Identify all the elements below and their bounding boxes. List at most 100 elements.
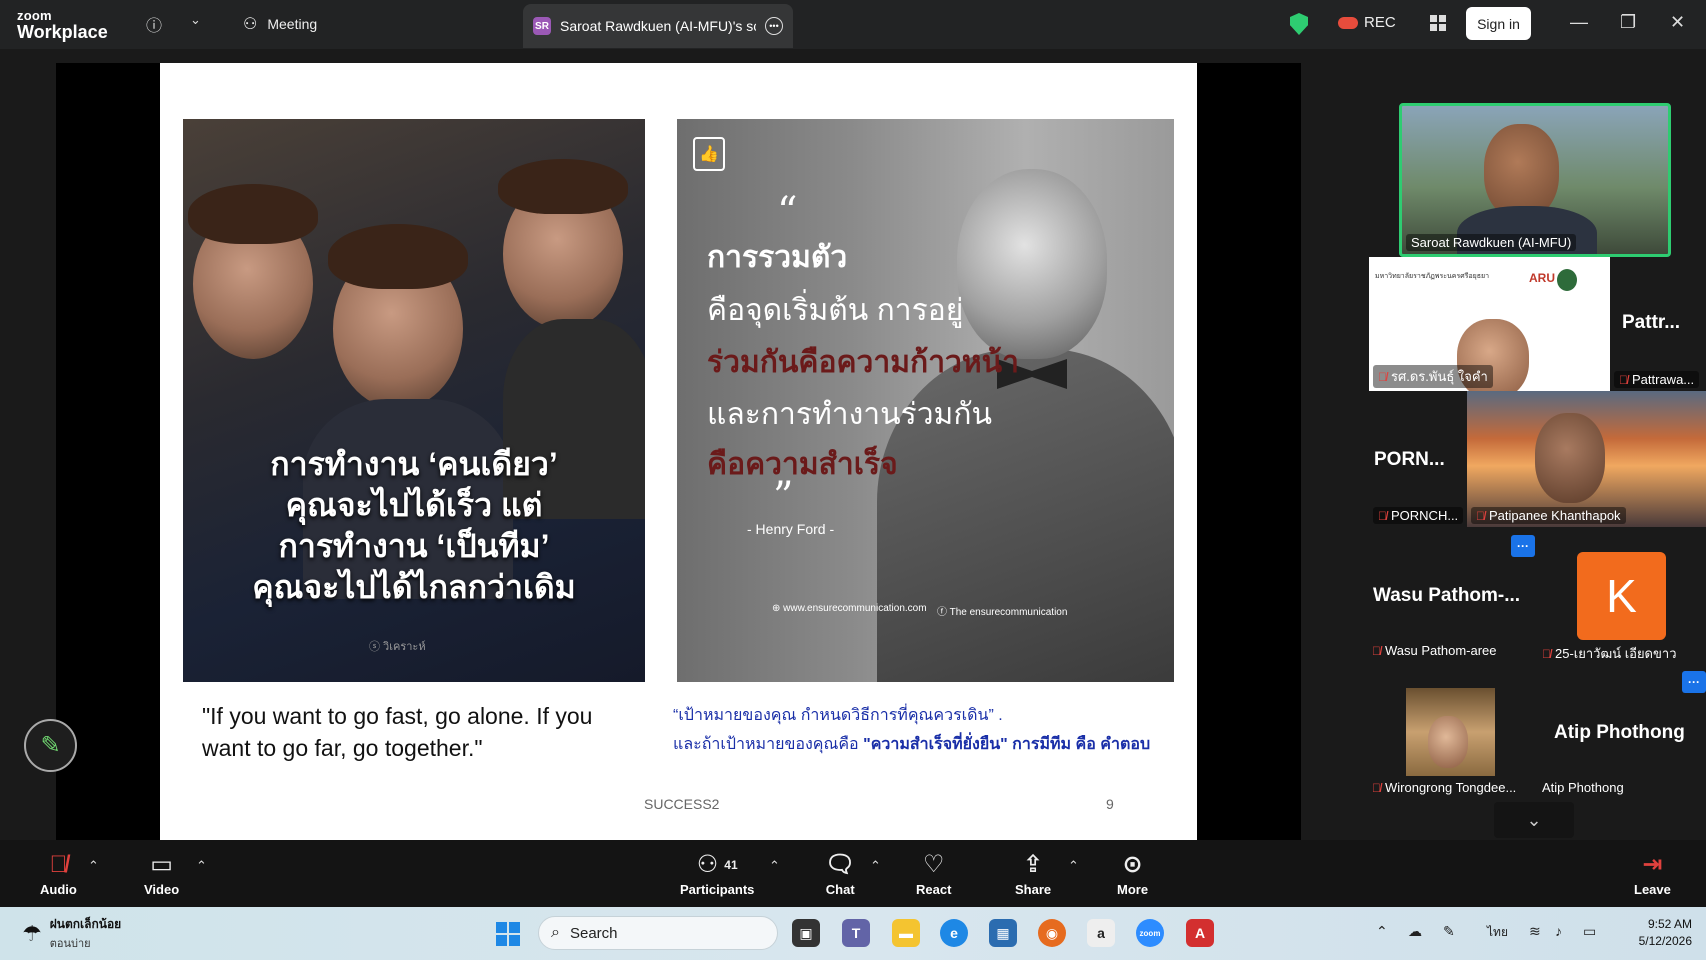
input-language[interactable]: ไทย: [1487, 923, 1508, 942]
cloud-record-icon: [1338, 16, 1358, 29]
participant-name: 🎙̸ 25-เยาวัฒน์ เอียดขาว: [1542, 646, 1677, 661]
henry-ford-quote-image: 👍 “ การรวมตัว คือจุดเริ่มต้น การอยู่ ร่ว…: [677, 119, 1174, 682]
firefox-icon[interactable]: ◉: [1038, 919, 1066, 947]
sign-in-button[interactable]: Sign in: [1466, 7, 1531, 40]
video-button[interactable]: ▭ Video: [144, 850, 179, 897]
participants-options-caret[interactable]: ⌃: [769, 858, 780, 874]
participant-name: 🎙̸ Wirongrong Tongdee...: [1372, 780, 1517, 795]
windows-taskbar: ☂ ฝนตกเล็กน้อย ตอนบ่าย ⌕ Search ▣ T ▬ e …: [0, 907, 1706, 960]
share-screen-icon: ⇪: [1023, 851, 1044, 878]
zoom-app-icon[interactable]: zoom: [1136, 919, 1164, 947]
people-icon: ⚇: [243, 16, 258, 33]
slide-number: 9: [1106, 796, 1114, 812]
annotate-pen-button[interactable]: ✎: [24, 719, 77, 772]
view-grid-icon[interactable]: [1430, 15, 1446, 31]
chat-options-caret[interactable]: ⌃: [870, 858, 881, 874]
participant-options-button[interactable]: ···: [1511, 535, 1535, 557]
sharer-avatar: SR: [533, 17, 551, 35]
muted-mic-icon: 🎙̸: [1476, 508, 1485, 523]
acrobat-icon[interactable]: A: [1186, 919, 1214, 947]
more-options-icon[interactable]: •••: [765, 17, 783, 35]
store-icon[interactable]: ▦: [989, 919, 1017, 947]
share-button[interactable]: ⇪ Share: [1015, 850, 1051, 897]
muted-mic-icon: 🎙̸: [1378, 369, 1387, 384]
start-windows-icon[interactable]: [496, 922, 520, 946]
muted-mic-icon: 🎙̸: [1542, 646, 1551, 661]
participant-tile[interactable]: 🎙̸ Patipanee Khanthapok: [1467, 391, 1706, 527]
title-bar: zoom Workplace ⓘ ⌄ ⚇ Meeting SR Saroat R…: [0, 0, 1706, 49]
close-icon[interactable]: ✕: [1670, 12, 1685, 33]
presentation-slide: การทำงาน ‘คนเดียว’ คุณจะไปได้เร็ว แต่ กา…: [160, 63, 1197, 842]
teams-icon[interactable]: T: [842, 919, 870, 947]
audio-options-caret[interactable]: ⌃: [88, 858, 99, 874]
open-quote-icon: “: [777, 189, 798, 235]
slide-footer: SUCCESS2: [644, 796, 720, 812]
english-caption: "If you want to go fast, go alone. If yo…: [202, 703, 593, 761]
participant-tile[interactable]: มหาวิทยาลัยราชภัฏพระนครศรีอยุธยา ARU 🎙̸ ร…: [1369, 257, 1610, 391]
muted-mic-icon: 🎙̸: [1378, 508, 1387, 523]
thumbs-up-logo-icon: 👍: [693, 137, 725, 171]
network-cloud-icon[interactable]: ☁: [1408, 923, 1422, 940]
zoom-window: zoom Workplace ⓘ ⌄ ⚇ Meeting SR Saroat R…: [0, 0, 1706, 960]
university-seal-icon: [1557, 269, 1577, 291]
gallery-scroll-down-button[interactable]: ⌄: [1494, 802, 1574, 838]
system-clock[interactable]: 9:52 AM 5/12/2026: [1624, 916, 1692, 950]
video-camera-icon: ▭: [150, 851, 173, 878]
portrait-face: [957, 169, 1107, 359]
search-icon: ⌕: [551, 924, 560, 941]
wifi-icon[interactable]: ≋: [1529, 923, 1541, 940]
image-watermark: ⓢ วิเคราะห์: [369, 641, 426, 653]
chevron-down-icon: ⌄: [1526, 809, 1542, 830]
speaker-face: [1484, 124, 1559, 219]
chat-bubble-icon: 🗨: [825, 851, 856, 878]
minimize-icon[interactable]: —: [1570, 12, 1588, 33]
participants-button[interactable]: ⚇ 41 Participants: [680, 850, 754, 897]
more-dots-icon: ⊙: [1122, 851, 1143, 878]
edge-browser-icon[interactable]: e: [940, 919, 968, 947]
screen-share-tab[interactable]: SR Saroat Rawdkuen (AI-MFU)'s scre •••: [523, 4, 793, 48]
participant-name: 🎙̸ Wasu Pathom-aree: [1372, 643, 1497, 658]
rain-umbrella-icon: ☂: [22, 920, 42, 946]
more-button[interactable]: ⊙ More: [1117, 850, 1148, 897]
task-view-icon[interactable]: ▣: [792, 919, 820, 947]
restore-icon[interactable]: ❐: [1620, 12, 1636, 33]
tray-overflow-icon[interactable]: ⌃: [1376, 923, 1388, 940]
muted-mic-icon: 🎙̸: [1619, 372, 1628, 387]
share-options-caret[interactable]: ⌃: [1068, 858, 1079, 874]
participant-tile[interactable]: Pattr... 🎙̸ Pattrawa...: [1610, 257, 1706, 391]
info-icon[interactable]: ⓘ: [146, 12, 162, 36]
audio-button[interactable]: 🎙̸ Audio: [40, 850, 77, 897]
leave-button[interactable]: ⇥ Leave: [1634, 850, 1671, 897]
thai-caption: “เป้าหมายของคุณ กำหนดวิธีการที่คุณควรเดิ…: [673, 707, 1151, 753]
team-photo: การทำงาน ‘คนเดียว’ คุณจะไปได้เร็ว แต่ กา…: [183, 119, 645, 682]
close-quote-icon: ”: [773, 474, 794, 520]
meeting-tab[interactable]: ⚇ Meeting: [243, 14, 317, 34]
active-speaker-tile[interactable]: Saroat Rawdkuen (AI-MFU): [1399, 103, 1671, 257]
zoom-logo: zoom Workplace: [17, 8, 108, 42]
chevron-down-icon[interactable]: ⌄: [190, 12, 201, 28]
battery-icon[interactable]: ▭: [1583, 923, 1596, 940]
muted-mic-icon: 🎙̸: [49, 851, 68, 878]
file-explorer-icon[interactable]: ▬: [892, 919, 920, 947]
amazon-icon[interactable]: a: [1087, 919, 1115, 947]
encryption-shield-icon[interactable]: [1290, 13, 1308, 35]
meeting-toolbar: 🎙̸ Audio ⌃ ▭ Video ⌃ ⚇ 41 Participants ⌃ 🗨 Ch…: [0, 840, 1706, 907]
participant-tile[interactable]: [1406, 688, 1495, 776]
weather-widget[interactable]: ☂ ฝนตกเล็กน้อย ตอนบ่าย: [22, 915, 121, 952]
record-indicator[interactable]: REC: [1338, 14, 1396, 31]
pen-input-icon[interactable]: ✎: [1443, 923, 1455, 940]
video-options-caret[interactable]: ⌃: [196, 858, 207, 874]
muted-mic-icon: 🎙̸: [1372, 643, 1381, 658]
leave-icon: ⇥: [1642, 851, 1663, 878]
chat-button[interactable]: 🗨 Chat: [825, 850, 855, 897]
participants-icon: ⚇: [696, 851, 719, 878]
react-button[interactable]: ♡ React: [916, 850, 951, 897]
participant-avatar-k[interactable]: K: [1577, 552, 1666, 640]
participant-options-button[interactable]: ···: [1682, 671, 1706, 693]
participant-tile[interactable]: PORN... 🎙̸ PORNCH...: [1369, 391, 1467, 527]
pencil-icon: ✎: [40, 732, 61, 759]
muted-mic-icon: 🎙̸: [1372, 780, 1381, 795]
volume-icon[interactable]: ♪: [1555, 923, 1562, 939]
taskbar-search-input[interactable]: ⌕ Search: [538, 916, 778, 950]
heart-icon: ♡: [922, 851, 945, 878]
